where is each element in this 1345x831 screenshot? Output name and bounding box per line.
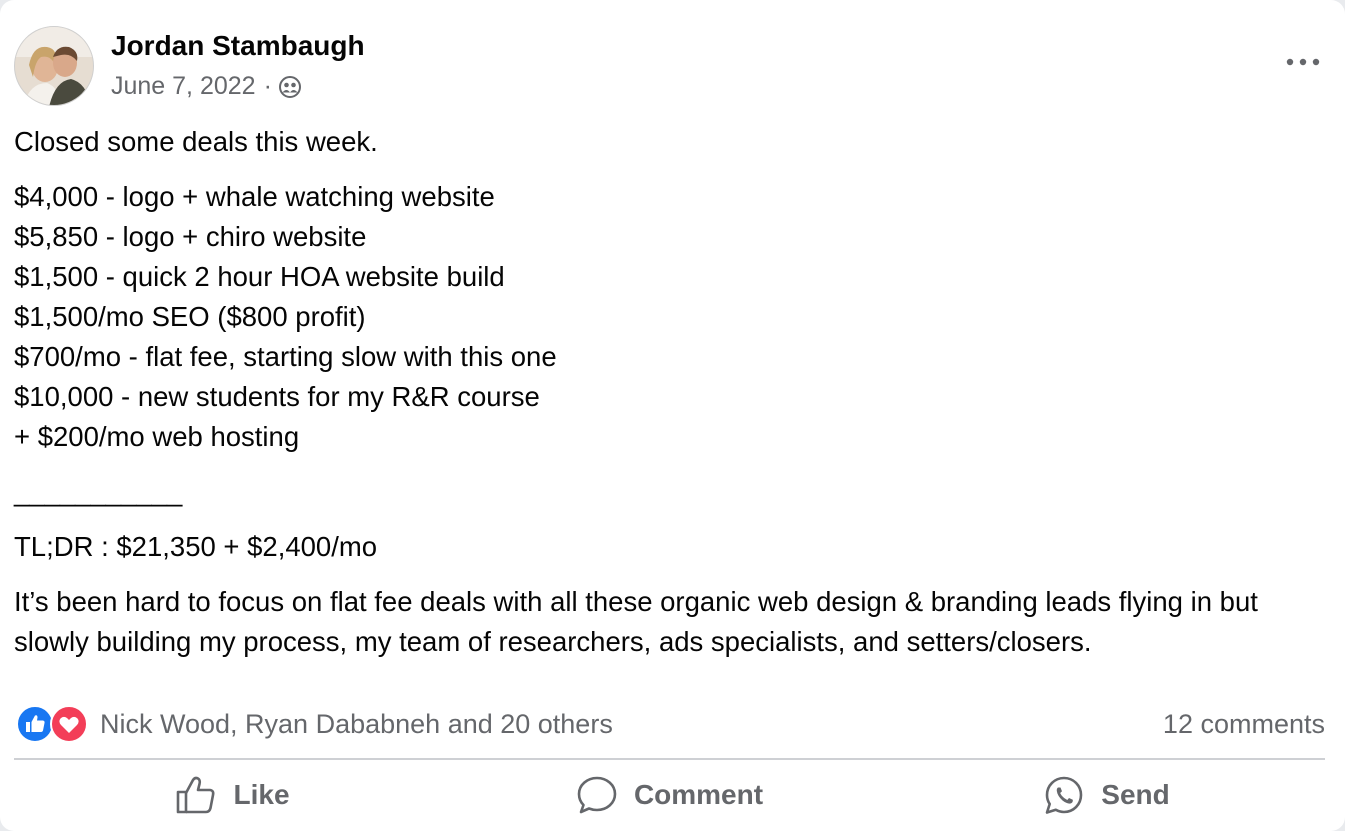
post-meta: June 7, 2022 ·: [111, 72, 302, 101]
meta-separator: ·: [263, 72, 272, 100]
like-button[interactable]: Like: [14, 762, 451, 828]
comment-button[interactable]: Comment: [451, 762, 888, 828]
post-header: Jordan Stambaugh June 7, 2022 ·: [14, 26, 1331, 106]
whatsapp-icon: [1045, 776, 1083, 814]
underscore-rule: ___________: [14, 476, 183, 507]
friends-icon[interactable]: [278, 75, 302, 99]
author-name[interactable]: Jordan Stambaugh: [111, 30, 365, 62]
like-reaction-icon: [16, 705, 54, 743]
comment-bubble-icon: [577, 776, 617, 814]
deal-line: $10,000 - new students for my R&R course: [14, 381, 540, 412]
divider: [14, 758, 1325, 760]
comment-label: Comment: [633, 779, 764, 810]
send-button[interactable]: Send: [888, 762, 1325, 828]
send-label: Send: [1101, 779, 1170, 810]
action-bar: Like Comment Send: [14, 762, 1325, 828]
thumbs-up-icon: [177, 776, 215, 814]
closing-paragraph: It’s been hard to focus on flat fee deal…: [14, 586, 1258, 657]
post-date[interactable]: June 7, 2022: [111, 72, 256, 101]
deal-line: $700/mo - flat fee, starting slow with t…: [14, 341, 557, 372]
reactor-names[interactable]: Nick Wood, Ryan Dababneh and 20 others: [100, 709, 613, 740]
avatar[interactable]: [14, 26, 94, 106]
deal-line: $5,850 - logo + chiro website: [14, 221, 367, 252]
tldr-line: TL;DR : $21,350 + $2,400/mo: [14, 531, 378, 562]
post-body: Closed some deals this week. $4,000 - lo…: [14, 122, 1324, 662]
reactions-bar: Nick Wood, Ryan Dababneh and 20 others 1…: [16, 702, 1325, 746]
reaction-icons[interactable]: [16, 705, 88, 743]
avatar-photo: [15, 27, 93, 105]
deal-line: $4,000 - logo + whale watching website: [14, 181, 495, 212]
deal-line: $1,500/mo SEO ($800 profit): [14, 301, 366, 332]
deal-line: $1,500 - quick 2 hour HOA website build: [14, 261, 505, 292]
like-label: Like: [233, 779, 290, 810]
deal-line: + $200/mo web hosting: [14, 421, 300, 452]
love-reaction-icon: [50, 705, 88, 743]
more-options-icon[interactable]: [1283, 44, 1323, 80]
post-intro: Closed some deals this week.: [14, 126, 378, 157]
post-card: Jordan Stambaugh June 7, 2022 · Closed s: [0, 0, 1345, 831]
comments-count[interactable]: 12 comments: [1163, 709, 1325, 740]
